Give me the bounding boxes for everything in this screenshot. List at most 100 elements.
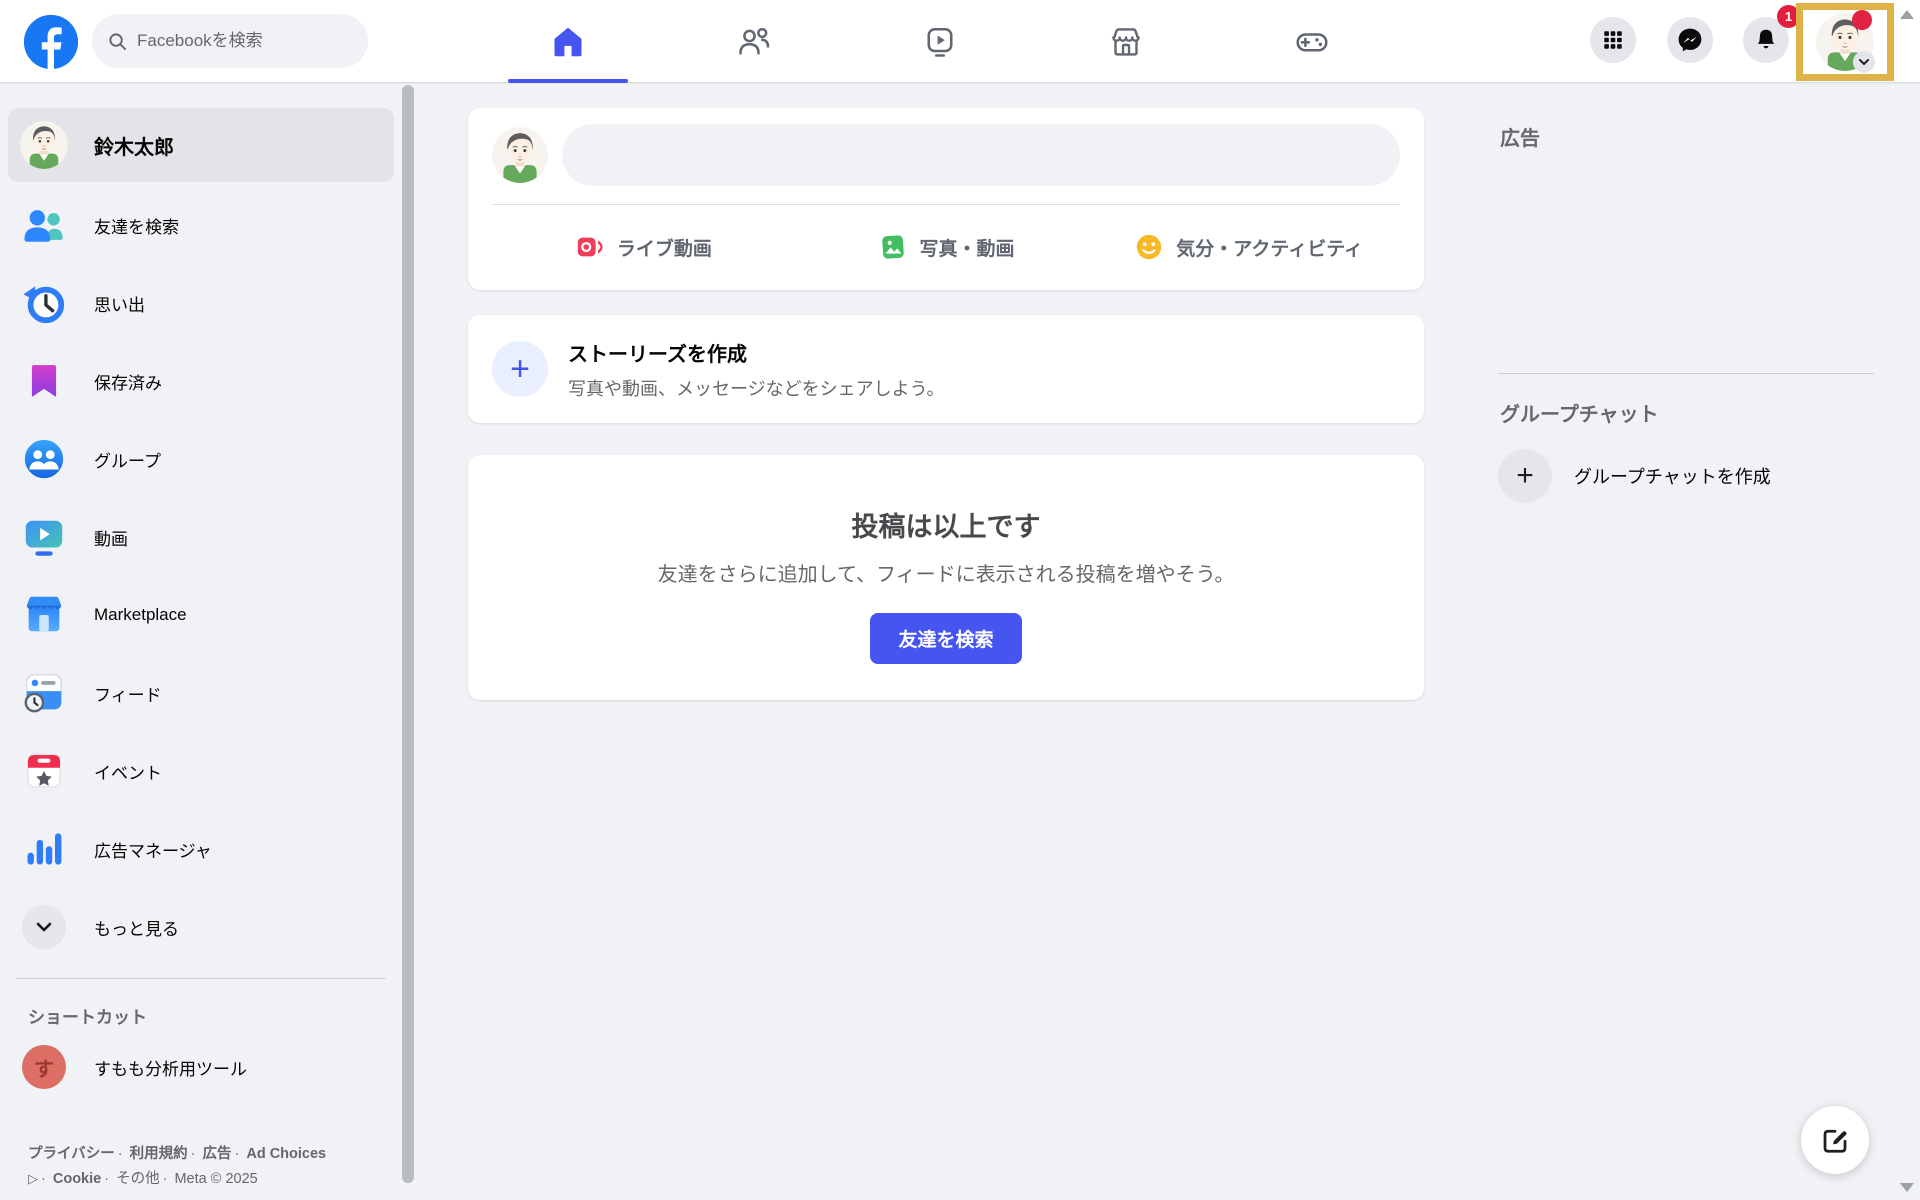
apps-menu-button[interactable] bbox=[1590, 17, 1636, 63]
sidebar-item-memories[interactable]: 思い出 bbox=[0, 264, 402, 342]
footer-link-ad-choices[interactable]: Ad Choices bbox=[246, 1146, 326, 1162]
sidebar-item-events[interactable]: イベント bbox=[0, 732, 402, 810]
footer-separator: · bbox=[38, 1171, 49, 1187]
right-sidebar: 広告 グループチャット + グループチャットを作成 bbox=[1498, 83, 1874, 503]
tab-video[interactable] bbox=[847, 0, 1033, 83]
sidebar-item-marketplace[interactable]: Marketplace bbox=[0, 576, 402, 654]
composer-input[interactable] bbox=[562, 124, 1400, 186]
plus-icon: + bbox=[492, 341, 548, 397]
footer-separator: · bbox=[231, 1146, 242, 1162]
sidebar-profile-link[interactable]: 鈴木太郎 bbox=[8, 108, 394, 182]
live-video-button[interactable]: ライブ動画 bbox=[492, 232, 795, 262]
new-message-fab[interactable] bbox=[1801, 1106, 1869, 1174]
find-friends-button[interactable]: 友達を検索 bbox=[870, 613, 1021, 664]
sidebar-item-feeds[interactable]: フィード bbox=[0, 654, 402, 732]
group-chats-header: グループチャット bbox=[1500, 398, 1874, 427]
end-of-feed-title: 投稿は以上です bbox=[468, 505, 1424, 544]
search-input[interactable] bbox=[137, 31, 337, 51]
sidebar-divider bbox=[16, 978, 386, 979]
tab-gaming[interactable] bbox=[1219, 0, 1405, 83]
shortcuts-header: ショートカット bbox=[28, 1003, 402, 1028]
ads-section-header: 広告 bbox=[1500, 122, 1874, 151]
gaming-icon bbox=[1294, 24, 1330, 60]
sidebar-shortcut-sumomo-tool[interactable]: す すもも分析用ツール bbox=[0, 1028, 402, 1106]
sidebar-item-video[interactable]: 動画 bbox=[0, 498, 402, 576]
footer-link-ads[interactable]: 広告 bbox=[202, 1146, 231, 1162]
action-label: ライブ動画 bbox=[617, 234, 712, 261]
saved-bookmark-icon bbox=[20, 357, 68, 405]
sidebar-item-label: グループ bbox=[94, 447, 161, 472]
sidebar-scrollbar-thumb[interactable] bbox=[402, 85, 414, 1183]
chevron-down-icon bbox=[1858, 56, 1870, 68]
sidebar-item-label: Marketplace bbox=[94, 605, 187, 625]
post-composer-card: ライブ動画 写真・動画 bbox=[468, 108, 1424, 290]
tab-home[interactable] bbox=[475, 0, 661, 83]
marketplace-storefront-icon bbox=[20, 591, 68, 639]
photo-video-icon bbox=[878, 232, 908, 262]
footer-separator: · bbox=[115, 1146, 126, 1162]
compose-pencil-icon bbox=[1820, 1125, 1850, 1155]
sidebar-item-label: イベント bbox=[94, 759, 162, 784]
sidebar-item-saved[interactable]: 保存済み bbox=[0, 342, 402, 420]
create-group-chat-label: グループチャットを作成 bbox=[1574, 463, 1771, 489]
facebook-f-icon bbox=[24, 15, 78, 69]
news-feed-column: ライブ動画 写真・動画 bbox=[468, 83, 1424, 700]
action-label: 写真・動画 bbox=[920, 234, 1015, 261]
messenger-icon bbox=[1677, 27, 1703, 53]
create-story-subtitle: 写真や動画、メッセージなどをシェアしよう。 bbox=[568, 375, 945, 401]
plus-icon: + bbox=[1498, 449, 1552, 503]
feeling-activity-button[interactable]: 気分・アクティビティ bbox=[1097, 232, 1400, 262]
page-scrollbar-up-arrow[interactable] bbox=[1900, 10, 1914, 19]
account-menu-highlighted[interactable] bbox=[1796, 3, 1894, 81]
video-icon bbox=[922, 24, 958, 60]
create-story-title: ストーリーズを作成 bbox=[568, 338, 945, 367]
events-calendar-icon bbox=[20, 747, 68, 795]
legal-footer: プライバシー· 利用規約· 広告· Ad Choices ▷· Cookie· … bbox=[28, 1142, 336, 1192]
footer-separator: · bbox=[188, 1146, 199, 1162]
active-tab-indicator bbox=[508, 79, 628, 83]
footer-link-privacy[interactable]: プライバシー bbox=[28, 1146, 115, 1162]
profile-name: 鈴木太郎 bbox=[94, 131, 174, 160]
create-story-card[interactable]: + ストーリーズを作成 写真や動画、メッセージなどをシェアしよう。 bbox=[468, 315, 1424, 423]
footer-separator: · bbox=[101, 1171, 112, 1187]
facebook-home-page: 1 鈴木太郎 bbox=[0, 0, 1920, 1200]
tab-marketplace[interactable] bbox=[1033, 0, 1219, 83]
profile-avatar bbox=[20, 121, 68, 169]
page-scrollbar-down-arrow[interactable] bbox=[1900, 1183, 1914, 1192]
messenger-button[interactable] bbox=[1667, 17, 1713, 63]
marketplace-icon bbox=[1108, 24, 1144, 60]
feeds-icon bbox=[20, 669, 68, 717]
footer-link-terms[interactable]: 利用規約 bbox=[130, 1146, 188, 1162]
footer-link-cookie[interactable]: Cookie bbox=[53, 1171, 101, 1187]
ads-manager-bars-icon bbox=[20, 825, 68, 873]
sidebar-item-label: 思い出 bbox=[94, 291, 145, 316]
composer-avatar bbox=[492, 127, 548, 183]
groups-icon bbox=[20, 435, 68, 483]
sidebar-item-find-friends[interactable]: 友達を検索 bbox=[0, 186, 402, 264]
live-video-icon bbox=[575, 232, 605, 262]
end-of-feed-card: 投稿は以上です 友達をさらに追加して、フィードに表示される投稿を増やそう。 友達… bbox=[468, 455, 1424, 700]
sidebar-item-label: 保存済み bbox=[94, 369, 162, 394]
create-group-chat-button[interactable]: + グループチャットを作成 bbox=[1498, 449, 1874, 503]
photo-video-button[interactable]: 写真・動画 bbox=[795, 232, 1098, 262]
bell-icon bbox=[1753, 27, 1779, 53]
facebook-logo[interactable] bbox=[24, 15, 78, 69]
home-icon bbox=[550, 24, 586, 60]
account-alert-dot bbox=[1852, 10, 1872, 30]
right-panel-divider bbox=[1498, 373, 1874, 374]
sidebar-item-label: 動画 bbox=[94, 525, 128, 550]
footer-meta-copyright: Meta © 2025 bbox=[174, 1171, 257, 1187]
search-icon bbox=[108, 32, 127, 51]
center-nav-tabs bbox=[475, 0, 1405, 83]
tab-friends[interactable] bbox=[661, 0, 847, 83]
sidebar-item-groups[interactable]: グループ bbox=[0, 420, 402, 498]
sidebar-item-ads-manager[interactable]: 広告マネージャ bbox=[0, 810, 402, 888]
sidebar-item-see-more[interactable]: もっと見る bbox=[0, 888, 402, 966]
footer-link-more[interactable]: その他 bbox=[116, 1171, 160, 1187]
footer-separator: · bbox=[160, 1171, 171, 1187]
find-friends-icon bbox=[20, 201, 68, 249]
friends-icon bbox=[736, 24, 772, 60]
see-more-chevron bbox=[20, 903, 68, 951]
global-search[interactable] bbox=[92, 14, 368, 68]
shortcut-initial: す bbox=[22, 1045, 66, 1089]
